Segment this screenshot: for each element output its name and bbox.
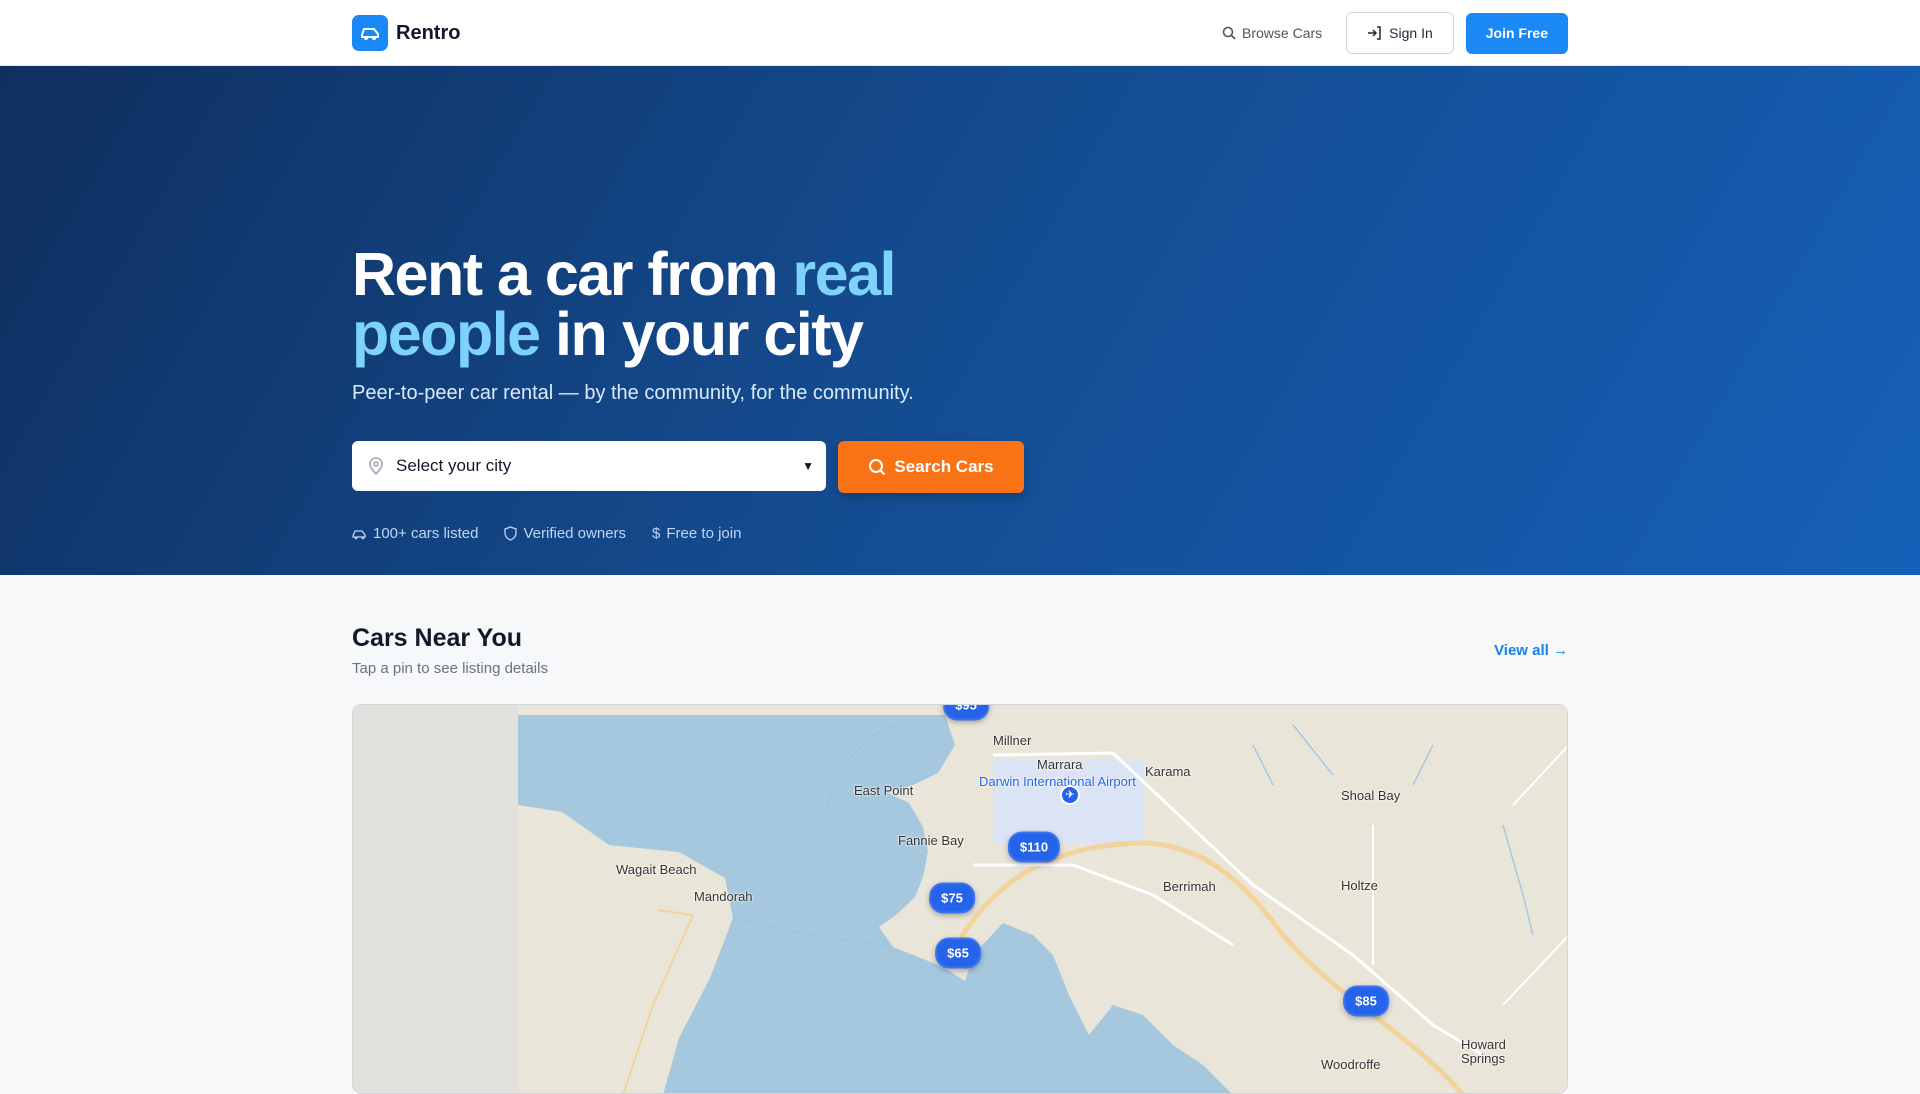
- price-pin[interactable]: $95: [943, 705, 989, 721]
- section-title: Cars Near You: [352, 624, 522, 652]
- price-pin[interactable]: $75: [929, 882, 975, 914]
- join-free-button[interactable]: Join Free: [1465, 12, 1568, 54]
- shield-icon: [504, 526, 518, 541]
- price-pin[interactable]: $65: [935, 937, 981, 969]
- airport-icon: ✈: [1060, 785, 1080, 805]
- map-pin-icon: [369, 457, 383, 475]
- title-highlight: real: [792, 240, 896, 308]
- feature-list: 100+ cars listed Verified owners $ Free t…: [352, 525, 741, 542]
- title-part: Rent a car from: [352, 240, 793, 308]
- city-select-value: Select your city: [396, 456, 512, 475]
- map-label: Holtze: [1341, 878, 1378, 893]
- car-icon: [352, 15, 388, 51]
- price-pin[interactable]: $85: [1343, 985, 1389, 1017]
- search-icon: [1222, 26, 1236, 40]
- map-label: Shoal Bay: [1341, 788, 1401, 803]
- hero-title: Rent a car from real people in your city: [352, 244, 1052, 365]
- map-label: Karama: [1145, 764, 1191, 779]
- browse-cars-label: Browse Cars: [1242, 25, 1323, 41]
- search-cars-button[interactable]: Search Cars: [838, 441, 1024, 493]
- feature-label: Free to join: [666, 525, 742, 542]
- feature-cars: 100+ cars listed: [352, 525, 478, 542]
- feature-verified: Verified owners: [504, 525, 626, 542]
- map-label: Howard Springs: [1461, 1037, 1506, 1066]
- search-cars-label: Search Cars: [894, 457, 994, 476]
- sign-in-icon: [1368, 26, 1381, 40]
- map-label: Berrimah: [1163, 879, 1216, 894]
- city-select[interactable]: Select your city ▼: [352, 441, 826, 491]
- hero-subtitle: Peer-to-peer car rental — by the communi…: [352, 382, 914, 404]
- view-all-label: View all: [1494, 642, 1549, 659]
- chevron-down-icon: ▼: [802, 459, 814, 473]
- section-subtitle: Tap a pin to see listing details: [352, 660, 548, 677]
- map-label: Wagait Beach: [616, 862, 697, 877]
- dollar-icon: $: [652, 525, 661, 542]
- sign-in-button[interactable]: Sign In: [1346, 12, 1454, 54]
- hero: Rent a car from real people in your city …: [0, 66, 1920, 575]
- search-icon: [869, 459, 886, 476]
- top-nav: Rentro Browse Cars Sign In Join Free: [0, 0, 1920, 66]
- title-part: in your city: [539, 300, 864, 368]
- map-label: Woodroffe: [1321, 1057, 1381, 1072]
- browse-cars-link[interactable]: Browse Cars: [1210, 25, 1334, 41]
- sign-in-label: Sign In: [1389, 25, 1433, 41]
- title-highlight: people: [352, 300, 541, 368]
- car-icon: [352, 529, 366, 539]
- brand-name: Rentro: [396, 21, 461, 44]
- view-all-link[interactable]: View all →: [1494, 642, 1568, 659]
- map-label: Millner: [993, 733, 1032, 748]
- map-label: Fannie Bay: [898, 833, 964, 848]
- brand-logo[interactable]: Rentro: [352, 15, 460, 51]
- map-label: Marrara: [1037, 757, 1083, 772]
- arrow-right-icon: →: [1553, 642, 1568, 659]
- price-pin[interactable]: $110: [1007, 831, 1061, 863]
- map-label: East Point: [854, 783, 914, 798]
- cars-map[interactable]: Millner Marrara Karama Darwin Internatio…: [352, 704, 1568, 1094]
- airport-label: Darwin International Airport: [979, 774, 1136, 789]
- feature-label: Verified owners: [523, 525, 627, 542]
- map-label: Mandorah: [694, 889, 753, 904]
- feature-free: $ Free to join: [652, 525, 741, 542]
- feature-label: 100+ cars listed: [373, 525, 479, 542]
